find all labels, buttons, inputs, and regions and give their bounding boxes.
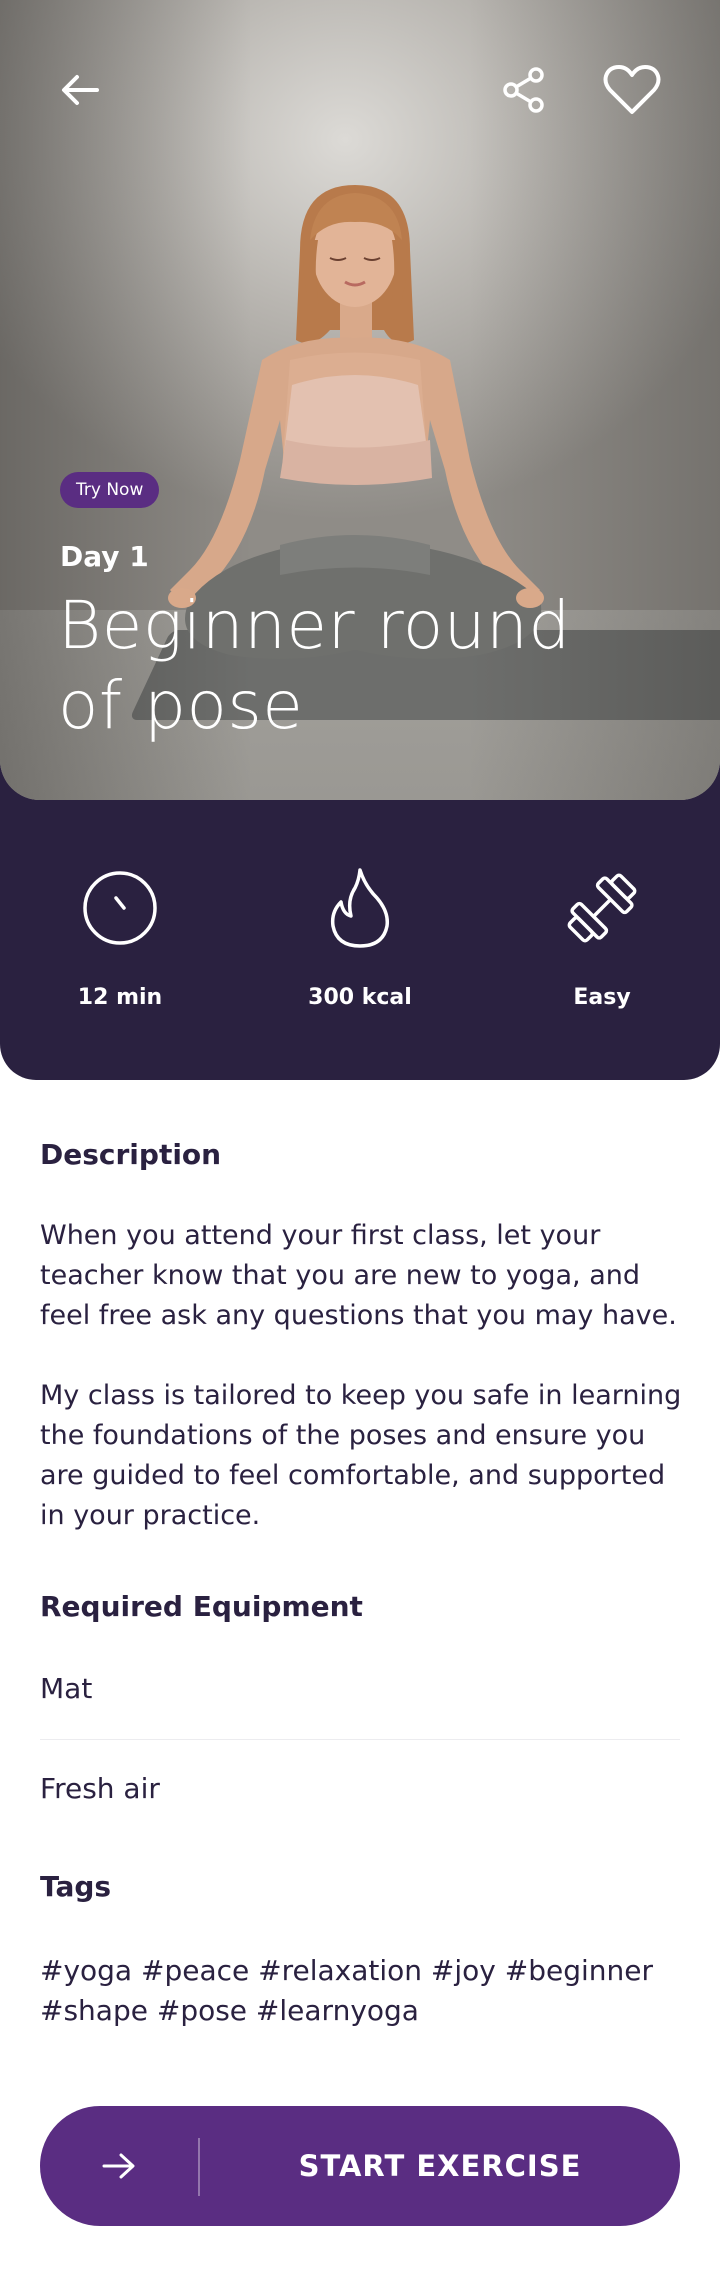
description-paragraph-1: When you attend your first class, let yo… [40, 1220, 677, 1331]
hero-banner: Try Now Day 1 Beginner round of pose [0, 0, 720, 800]
start-exercise-button[interactable]: START EXERCISE [40, 2106, 680, 2226]
tags-heading: Tags [40, 1870, 112, 1903]
heart-icon [603, 65, 661, 114]
description-heading: Description [40, 1138, 222, 1171]
stat-calories: 300 kcal [260, 865, 460, 1010]
flame-icon [330, 868, 390, 948]
equipment-item: Mat [40, 1672, 93, 1705]
arrow-left-icon [62, 75, 99, 105]
share-button[interactable] [492, 58, 556, 122]
share-icon [503, 67, 544, 113]
clock-icon [83, 871, 157, 945]
equipment-heading: Required Equipment [40, 1590, 363, 1623]
dumbbell-icon [567, 873, 637, 943]
stat-calories-label: 300 kcal [308, 985, 412, 1010]
equipment-item: Fresh air [40, 1772, 160, 1805]
back-button[interactable] [48, 58, 112, 122]
stat-difficulty: Easy [502, 865, 702, 1010]
tags-list: #yoga #peace #relaxation #joy #beginner … [40, 1954, 654, 2027]
try-now-badge[interactable]: Try Now [60, 472, 160, 508]
arrow-right-icon [102, 2153, 135, 2179]
start-exercise-label: START EXERCISE [298, 2149, 582, 2183]
day-label: Day 1 [60, 540, 149, 573]
favorite-button[interactable] [600, 58, 664, 122]
divider [40, 1739, 680, 1740]
page-title: Beginner round of pose [58, 587, 571, 744]
stat-difficulty-label: Easy [573, 985, 631, 1010]
stat-duration: 12 min [20, 865, 220, 1010]
description-paragraph-2: My class is tailored to keep you safe in… [40, 1380, 682, 1531]
stat-duration-label: 12 min [77, 985, 163, 1010]
